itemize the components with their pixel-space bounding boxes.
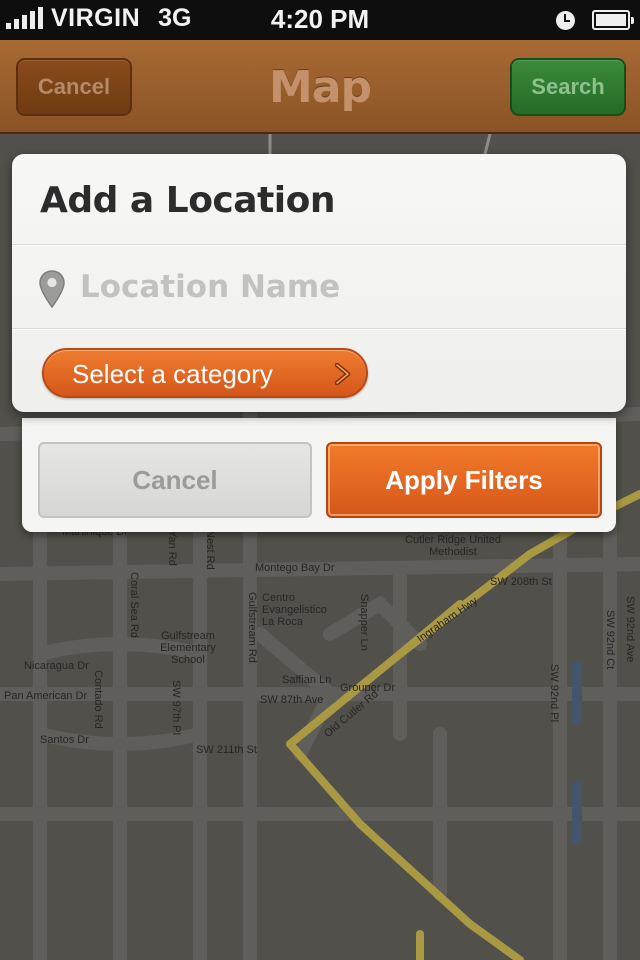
map-label: Cutler Ridge United Methodist bbox=[405, 534, 501, 558]
map-label: Centro Evangelistico La Roca bbox=[262, 592, 327, 628]
nav-search-button[interactable]: Search bbox=[510, 58, 626, 116]
map-label: SW 92nd Ave bbox=[624, 596, 636, 663]
map-label: Montego Bay Dr bbox=[255, 562, 335, 574]
dialog-title: Add a Location bbox=[40, 180, 335, 221]
map-label: Gulfstream Elementary School bbox=[160, 630, 216, 666]
add-location-card: Add a Location Select a category bbox=[12, 154, 626, 412]
map-label: Gulfstream Rd bbox=[246, 592, 258, 663]
location-name-input[interactable] bbox=[80, 262, 600, 312]
map-label: SW 92nd Pl bbox=[548, 664, 560, 723]
category-label: Select a category bbox=[72, 359, 273, 389]
map-label: SW 87th Ave bbox=[260, 694, 324, 706]
battery-icon bbox=[592, 10, 634, 30]
select-category-button[interactable]: Select a category bbox=[42, 348, 368, 398]
apply-filters-button[interactable]: Apply Filters bbox=[326, 442, 602, 518]
nav-bar: Cancel Map Search bbox=[0, 40, 640, 134]
map-label: SW 208th St bbox=[490, 576, 552, 588]
alarm-clock-icon bbox=[556, 11, 575, 30]
location-pin-icon bbox=[39, 270, 65, 308]
map-label: SW 97th Pl bbox=[170, 680, 182, 736]
map-label: SW 211th St bbox=[196, 744, 257, 756]
map-label: SW 92nd Ct bbox=[604, 610, 616, 670]
map-label: Nicaragua Dr bbox=[24, 660, 89, 672]
status-time: 4:20 PM bbox=[270, 4, 370, 34]
status-bar: VIRGIN 3G 4:20 PM bbox=[0, 0, 640, 40]
dialog-cancel-button[interactable]: Cancel bbox=[38, 442, 312, 518]
map-label: Coral Sea Rd bbox=[128, 572, 140, 639]
divider bbox=[12, 244, 626, 246]
map-label: Contado Rd bbox=[92, 670, 104, 729]
map-label: Nest Rd bbox=[204, 530, 216, 570]
map-label: Santos Dr bbox=[40, 734, 89, 746]
map-label: Pan American Dr bbox=[4, 690, 88, 702]
map-label: Yan Rd bbox=[166, 530, 178, 566]
chevron-right-icon bbox=[334, 363, 351, 385]
divider bbox=[12, 328, 626, 330]
map-label: Snapper Ln bbox=[358, 594, 370, 651]
map-label: Saffian Ln bbox=[282, 674, 332, 686]
